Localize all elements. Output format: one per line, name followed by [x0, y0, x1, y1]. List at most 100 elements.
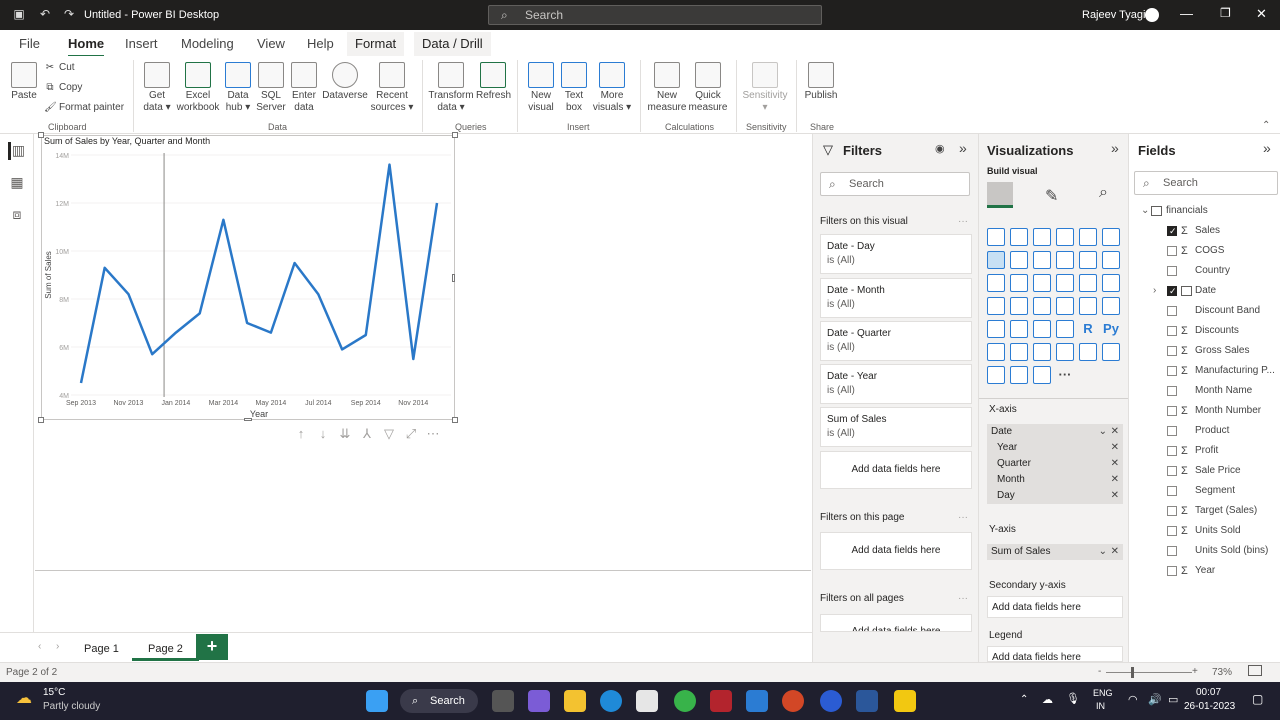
field-item[interactable]: Σ Manufacturing P...	[1141, 362, 1279, 380]
remove-field-icon[interactable]: ✕	[1111, 488, 1119, 504]
x-axis-subfield[interactable]: Quarter ✕	[987, 456, 1123, 472]
visual-type-icon[interactable]	[1102, 251, 1120, 269]
refresh-button[interactable]: Refresh	[476, 62, 511, 102]
more-options-icon[interactable]: ···	[958, 216, 968, 227]
visual-type-icon[interactable]	[1010, 343, 1028, 361]
region-indicator[interactable]: IN	[1096, 701, 1105, 711]
new-measure-button[interactable]: New measure	[646, 62, 688, 114]
new-visual-button[interactable]: New visual	[524, 62, 558, 114]
field-item[interactable]: Discount Band	[1141, 302, 1279, 320]
wifi-icon[interactable]: ◠	[1128, 693, 1138, 706]
cut-button[interactable]: ✂ Cut	[44, 62, 75, 73]
table-financials[interactable]: ⌄ financials	[1141, 202, 1279, 220]
page-tab-active[interactable]: Page 2	[132, 635, 199, 661]
more-visuals-button[interactable]: More visuals ▾	[592, 62, 632, 114]
teams-icon[interactable]	[528, 690, 550, 712]
report-view-icon[interactable]: ▥	[8, 142, 26, 160]
x-axis-well[interactable]: Date ⌄ ✕ Year ✕ Quarter ✕ Month ✕ Day ✕	[987, 424, 1123, 504]
fields-search-input[interactable]: ⌕ Search	[1134, 171, 1278, 195]
visual-type-icon[interactable]	[1010, 297, 1028, 315]
field-item[interactable]: Σ Profit	[1141, 442, 1279, 460]
minimize-button[interactable]: —	[1180, 6, 1193, 21]
weather-desc[interactable]: Partly cloudy	[43, 701, 100, 712]
zoom-slider[interactable]	[1106, 672, 1192, 673]
field-checkbox[interactable]	[1167, 282, 1177, 300]
field-item[interactable]: Σ Sale Price	[1141, 462, 1279, 480]
field-item[interactable]: Units Sold (bins)	[1141, 542, 1279, 560]
chevron-right-icon[interactable]: ›	[1153, 282, 1156, 300]
visual-type-icon[interactable]	[987, 343, 1005, 361]
task-view-icon[interactable]	[492, 690, 514, 712]
tab-format[interactable]: Format	[347, 32, 405, 56]
notifications-icon[interactable]: ▢	[1252, 692, 1263, 706]
dataverse-button[interactable]: Dataverse	[322, 62, 368, 102]
data-view-icon[interactable]: ▦	[8, 174, 26, 192]
zoom-out-button[interactable]: -	[1098, 666, 1101, 677]
visual-type-icon[interactable]	[987, 297, 1005, 315]
chevron-down-icon[interactable]: ⌄	[1099, 424, 1107, 440]
get-data-button[interactable]: Get data ▾	[140, 62, 174, 114]
field-checkbox[interactable]	[1167, 446, 1177, 456]
x-axis-field[interactable]: Date ⌄ ✕	[987, 424, 1123, 440]
visual-type-icon[interactable]	[1056, 251, 1074, 269]
filter-card-date-month[interactable]: Date - Month is (All)	[820, 278, 972, 318]
visual-type-icon[interactable]	[1010, 366, 1028, 384]
filter-card-date-day[interactable]: Date - Day is (All)	[820, 234, 972, 274]
edge-icon[interactable]	[600, 690, 622, 712]
field-item[interactable]: Σ Gross Sales	[1141, 342, 1279, 360]
visual-type-icon[interactable]	[1033, 343, 1051, 361]
field-checkbox[interactable]	[1167, 306, 1177, 316]
y-axis-well[interactable]: Sum of Sales ⌄ ✕	[987, 544, 1123, 560]
field-checkbox[interactable]	[1167, 526, 1177, 536]
visual-type-icon[interactable]	[1056, 320, 1074, 338]
visual-type-icon[interactable]	[1033, 297, 1051, 315]
volume-icon[interactable]: 🔊	[1148, 693, 1162, 706]
collapse-fields-icon[interactable]: »	[1263, 140, 1271, 156]
field-checkbox[interactable]	[1167, 406, 1177, 416]
field-item[interactable]: Country	[1141, 262, 1279, 280]
chevron-down-icon[interactable]: ⌄	[1141, 202, 1149, 220]
add-page-button[interactable]: +	[196, 634, 228, 660]
visual-type-icon[interactable]	[1079, 251, 1097, 269]
fit-to-page-icon[interactable]	[1248, 665, 1262, 676]
model-view-icon[interactable]: ⧈	[8, 206, 26, 224]
visual-type-icon[interactable]	[987, 251, 1005, 269]
paste-button[interactable]: Paste	[8, 62, 40, 102]
restore-button[interactable]: ❐	[1220, 6, 1231, 20]
filter-icon[interactable]: ▽	[378, 426, 400, 442]
sql-server-button[interactable]: SQL Server	[256, 62, 286, 114]
visual-type-icon[interactable]	[1033, 251, 1051, 269]
page-tab[interactable]: Page 1	[68, 635, 135, 661]
analytics-tab-icon[interactable]: ⌕	[1099, 184, 1108, 202]
visual-type-icon[interactable]	[1102, 297, 1120, 315]
visual-type-icon[interactable]	[1056, 228, 1074, 246]
zoom-in-button[interactable]: +	[1192, 666, 1198, 677]
copy-button[interactable]: ⧉ Copy	[44, 82, 82, 93]
powerpoint-icon[interactable]	[782, 690, 804, 712]
y-axis-field[interactable]: Sum of Sales ⌄ ✕	[987, 544, 1123, 560]
visual-type-icon[interactable]	[1010, 274, 1028, 292]
collapse-ribbon-icon[interactable]: ⌃	[1262, 120, 1270, 131]
field-item[interactable]: Σ Month Number	[1141, 402, 1279, 420]
more-options-icon[interactable]: ···	[958, 512, 968, 523]
remove-field-icon[interactable]: ✕	[1111, 440, 1119, 456]
all-pages-filter-drop-zone[interactable]: Add data fields here	[820, 614, 972, 632]
word-icon[interactable]	[856, 690, 878, 712]
resize-handle[interactable]	[452, 132, 458, 138]
visual-type-icon[interactable]	[1079, 228, 1097, 246]
x-axis-subfield[interactable]: Day ✕	[987, 488, 1123, 504]
transform-data-button[interactable]: Transform data ▾	[428, 62, 474, 114]
visual-type-icon[interactable]	[1033, 274, 1051, 292]
format-visual-tab-icon[interactable]: ✎	[1045, 186, 1058, 206]
remove-field-icon[interactable]: ✕	[1111, 424, 1119, 440]
field-checkbox[interactable]	[1167, 246, 1177, 256]
field-checkbox[interactable]	[1167, 326, 1177, 336]
visual-type-icon[interactable]	[987, 274, 1005, 292]
save-icon[interactable]: ▣	[12, 7, 26, 21]
tab-insert[interactable]: Insert	[125, 36, 158, 51]
zoom-app-icon[interactable]	[820, 690, 842, 712]
visual-type-icon[interactable]	[1079, 297, 1097, 315]
field-item[interactable]: Σ Year	[1141, 562, 1279, 580]
visual-type-icon[interactable]	[1010, 320, 1028, 338]
chrome-icon[interactable]	[674, 690, 696, 712]
